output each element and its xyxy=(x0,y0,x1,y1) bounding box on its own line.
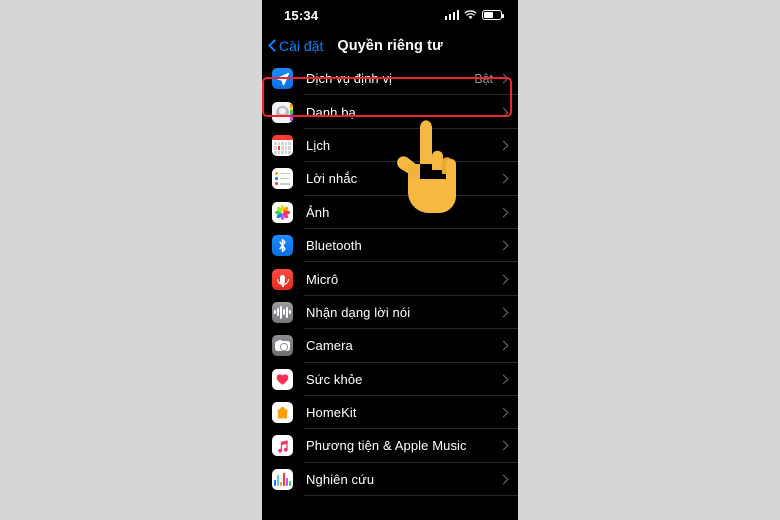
homekit-icon xyxy=(272,402,293,424)
list-item-label: Bluetooth xyxy=(306,238,362,254)
phone-screen: 15:34 Cài đặt Quyền riêng tư Dịch vụ địn… xyxy=(262,0,518,520)
list-item-label: Nghiên cứu xyxy=(306,471,375,487)
chevron-left-icon xyxy=(268,39,277,54)
apple-music-icon xyxy=(272,435,293,457)
status-bar: 15:34 xyxy=(262,0,518,30)
list-item-label: Micrô xyxy=(306,271,339,287)
research-icon xyxy=(272,468,293,490)
list-item-location-services[interactable]: Dịch vụ định vị Bật xyxy=(262,62,518,96)
list-item-label: Danh bạ xyxy=(306,104,356,120)
battery-icon xyxy=(482,10,505,20)
calendar-icon xyxy=(272,134,293,156)
contacts-icon xyxy=(272,101,293,123)
chevron-right-icon xyxy=(498,374,509,385)
chevron-right-icon xyxy=(498,441,509,451)
chevron-right-icon xyxy=(498,207,509,218)
wifi-icon xyxy=(464,10,477,20)
cellular-signal-icon xyxy=(444,10,459,20)
microphone-icon xyxy=(272,268,293,290)
chevron-right-icon xyxy=(498,73,509,84)
navigation-bar: Cài đặt Quyền riêng tư xyxy=(262,30,518,62)
chevron-right-icon xyxy=(498,140,509,151)
list-item-label: Nhận dạng lời nói xyxy=(306,304,411,320)
list-item-label: Sức khỏe xyxy=(306,371,363,387)
photos-icon xyxy=(272,201,293,223)
list-item-label: HomeKit xyxy=(306,405,357,421)
speech-recognition-icon xyxy=(272,301,293,323)
chevron-right-icon xyxy=(498,107,509,118)
screenshot-canvas: 15:34 Cài đặt Quyền riêng tư Dịch vụ địn… xyxy=(0,0,780,520)
list-item-contacts[interactable]: Danh bạ xyxy=(262,95,518,129)
chevron-right-icon xyxy=(498,173,509,184)
list-item-microphone[interactable]: Micrô xyxy=(262,262,518,296)
list-item-health[interactable]: Sức khỏe xyxy=(262,362,518,396)
chevron-right-icon xyxy=(498,407,509,418)
list-item-photos[interactable]: Ảnh xyxy=(262,195,518,229)
list-item-reminders[interactable]: Lời nhắc xyxy=(262,162,518,196)
list-item-label: Lời nhắc xyxy=(306,171,358,187)
status-bar-indicators xyxy=(444,10,505,20)
chevron-right-icon xyxy=(498,307,509,318)
list-item-homekit[interactable]: HomeKit xyxy=(262,395,518,430)
list-item-calendar[interactable]: Lịch xyxy=(262,128,518,163)
list-item-label: Ảnh xyxy=(306,204,330,220)
status-bar-time: 15:34 xyxy=(284,7,319,23)
list-item-apple-music[interactable]: Phương tiện & Apple Music xyxy=(262,429,518,463)
camera-icon xyxy=(272,335,293,357)
separator xyxy=(304,495,518,497)
list-item-value: Bật xyxy=(474,71,493,86)
chevron-right-icon xyxy=(498,474,509,485)
list-item-bluetooth[interactable]: Bluetooth xyxy=(262,228,518,263)
privacy-settings-list: Dịch vụ định vị Bật Danh bạ Lịch Lời nhắ… xyxy=(262,62,518,497)
back-button-label: Cài đặt xyxy=(279,38,324,54)
back-button[interactable]: Cài đặt xyxy=(268,38,323,54)
chevron-right-icon xyxy=(498,340,509,351)
location-services-icon xyxy=(272,68,293,90)
health-icon xyxy=(272,368,293,390)
bluetooth-icon xyxy=(272,235,293,257)
list-item-label: Lịch xyxy=(306,137,331,153)
chevron-right-icon xyxy=(498,240,509,251)
list-item-label: Phương tiện & Apple Music xyxy=(306,438,467,454)
list-item-speech-recognition[interactable]: Nhận dạng lời nói xyxy=(262,295,518,330)
list-item-camera[interactable]: Camera xyxy=(262,329,518,363)
reminders-icon xyxy=(272,168,293,190)
list-item-label: Dịch vụ định vị xyxy=(306,71,393,87)
list-item-label: Camera xyxy=(306,338,353,354)
chevron-right-icon xyxy=(498,274,509,284)
list-item-research[interactable]: Nghiên cứu xyxy=(262,462,518,497)
